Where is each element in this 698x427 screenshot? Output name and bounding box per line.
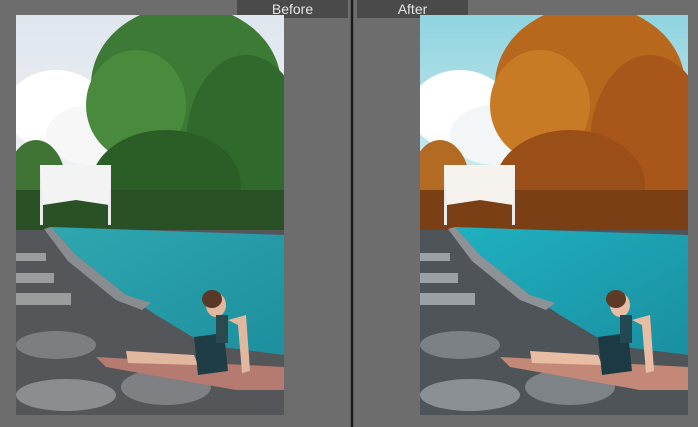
before-photo-image bbox=[16, 15, 284, 415]
after-photo-image bbox=[420, 15, 688, 415]
before-pane: Before bbox=[0, 0, 350, 427]
after-pane: After bbox=[354, 0, 698, 427]
after-photo[interactable] bbox=[420, 15, 688, 415]
before-photo[interactable] bbox=[16, 15, 284, 415]
